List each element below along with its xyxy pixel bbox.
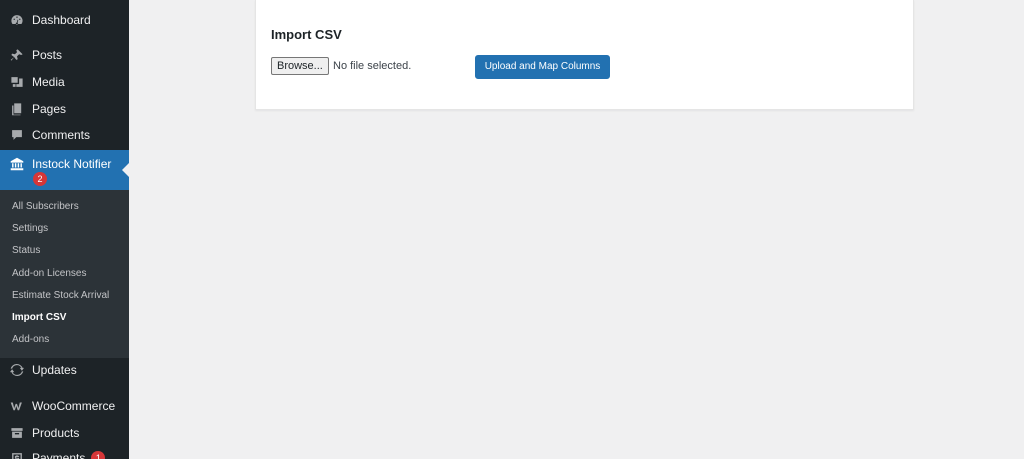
submenu-item-add-ons[interactable]: Add-ons — [12, 334, 49, 345]
pin-icon — [10, 48, 24, 62]
sidebar-item-label: Instock Notifier — [32, 157, 112, 171]
current-menu-arrow — [122, 163, 129, 177]
notification-badge: 1 — [91, 451, 106, 459]
sidebar-item-dashboard[interactable]: Dashboard — [0, 4, 129, 36]
submenu-instock-notifier: All Subscribers Settings Status Add-on L… — [0, 190, 129, 358]
media-icon — [10, 75, 24, 89]
sidebar-item-label: Updates — [32, 363, 77, 377]
submenu-item-estimate-stock-arrival[interactable]: Estimate Stock Arrival — [12, 290, 109, 301]
sidebar-item-label: Media — [32, 75, 65, 89]
sidebar-item-instock-notifier[interactable]: Instock Notifier 2 — [0, 150, 129, 190]
woocommerce-icon — [10, 399, 24, 413]
page-title: Import CSV — [271, 27, 342, 42]
admin-sidebar: Dashboard Posts Media Pages Comments Ins… — [0, 0, 129, 459]
sidebar-item-label: Dashboard — [32, 13, 91, 27]
archive-icon — [10, 426, 24, 440]
notification-badge: 2 — [33, 172, 47, 186]
sidebar-item-label: WooCommerce — [32, 399, 116, 413]
submenu-item-settings[interactable]: Settings — [12, 223, 48, 234]
sidebar-item-updates[interactable]: Updates — [0, 354, 129, 386]
upload-map-columns-button[interactable]: Upload and Map Columns — [475, 55, 610, 79]
notifier-icon — [10, 157, 24, 171]
sidebar-item-label: Comments — [32, 128, 91, 142]
submenu-item-import-csv[interactable]: Import CSV — [12, 312, 66, 323]
submenu-item-addon-licenses[interactable]: Add-on Licenses — [12, 268, 87, 279]
dashboard-icon — [10, 13, 24, 27]
sidebar-item-label: Posts — [32, 48, 63, 62]
sidebar-item-payments[interactable]: Payments 1 — [0, 442, 129, 459]
updates-icon — [10, 363, 24, 377]
submenu-item-all-subscribers[interactable]: All Subscribers — [12, 201, 79, 212]
browse-button[interactable]: Browse... — [271, 57, 329, 75]
import-csv-card: Import CSV Browse... No file selected. U… — [255, 0, 914, 110]
sidebar-item-label: Pages — [32, 102, 67, 116]
submenu-item-status[interactable]: Status — [12, 245, 40, 256]
sidebar-item-comments[interactable]: Comments — [0, 119, 129, 151]
comment-icon — [10, 128, 24, 142]
sidebar-item-label: Payments — [32, 451, 86, 459]
file-status-text: No file selected. — [333, 60, 412, 72]
pages-icon — [10, 102, 24, 116]
sidebar-item-label: Products — [32, 426, 80, 440]
payments-icon — [10, 451, 24, 459]
